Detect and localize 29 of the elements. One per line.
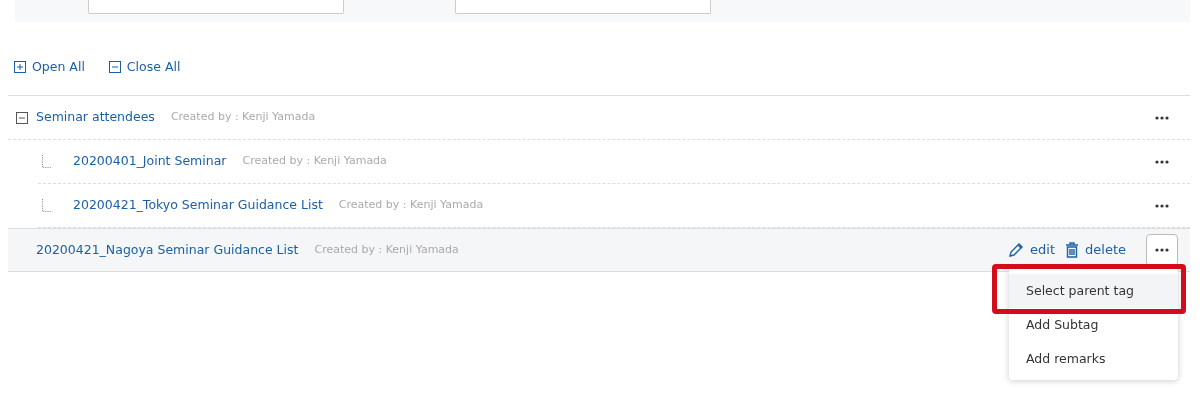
more-button[interactable] bbox=[1146, 234, 1178, 266]
pencil-icon bbox=[1008, 242, 1025, 258]
creator-text: Created by : Kenji Yamada bbox=[170, 109, 316, 126]
creator-text: Created by : Kenji Yamada bbox=[314, 241, 459, 258]
more-icon bbox=[1155, 115, 1169, 120]
creator-text: Created by : Kenji Yamada bbox=[242, 153, 387, 170]
menu-item[interactable]: Add remarks bbox=[1009, 342, 1178, 376]
edit-button[interactable]: edit bbox=[1008, 240, 1056, 260]
input-field[interactable] bbox=[88, 0, 344, 14]
delete-button[interactable]: delete bbox=[1065, 240, 1126, 260]
collapse-icon bbox=[108, 61, 121, 73]
tag-link[interactable]: 20200401_Joint Seminar bbox=[73, 152, 227, 171]
tree-connector-icon bbox=[42, 198, 53, 213]
menu-item[interactable]: Add Subtag bbox=[1009, 308, 1178, 342]
more-icon bbox=[1155, 248, 1169, 252]
expand-icon bbox=[14, 61, 26, 73]
tag-link[interactable]: Seminar attendees bbox=[36, 108, 155, 127]
more-icon bbox=[1155, 159, 1169, 164]
collapse-toggle[interactable] bbox=[16, 109, 28, 126]
tag-link[interactable]: 20200421_Tokyo Seminar Guidance List bbox=[73, 196, 323, 215]
tag-link[interactable]: 20200421_Nagoya Seminar Guidance List bbox=[36, 240, 299, 260]
tree-connector-icon bbox=[42, 154, 53, 169]
close-all-button[interactable]: Close All bbox=[108, 59, 181, 75]
more-icon bbox=[1155, 203, 1169, 208]
creator-text: Created by : Kenji Yamada bbox=[338, 197, 484, 214]
menu-item[interactable]: Select parent tag bbox=[1009, 274, 1178, 308]
trash-icon bbox=[1065, 242, 1080, 258]
input-field[interactable] bbox=[455, 0, 711, 14]
open-all-button[interactable]: Open All bbox=[14, 59, 85, 75]
